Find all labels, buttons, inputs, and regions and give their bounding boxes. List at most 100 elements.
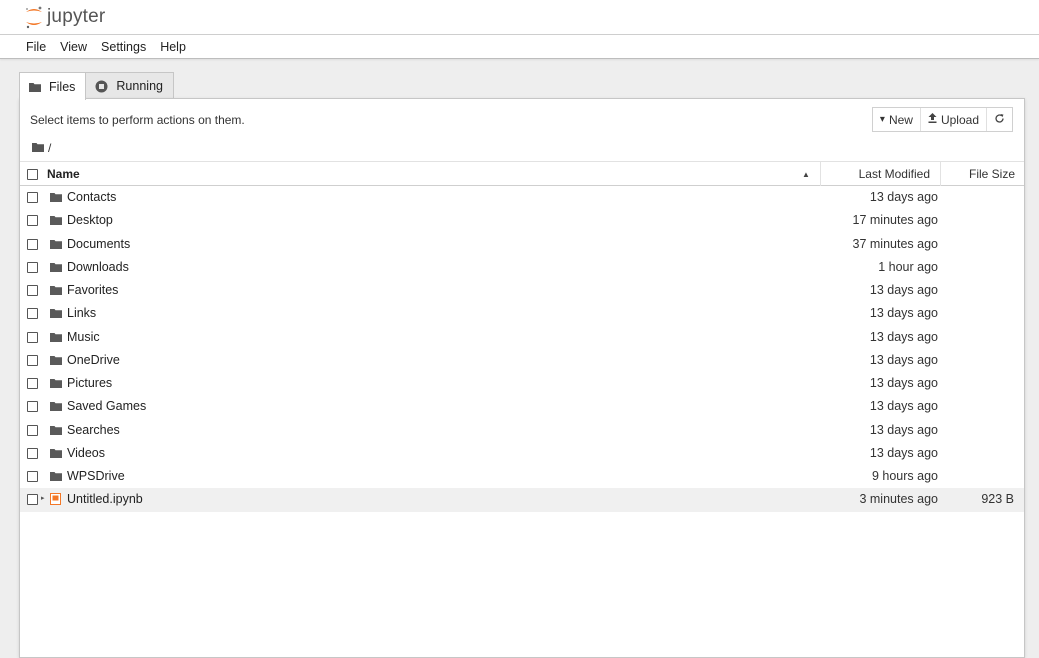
file-row[interactable]: Saved Games 13 days ago	[20, 395, 1024, 418]
file-last-modified: 37 minutes ago	[852, 236, 938, 251]
file-row[interactable]: Desktop 17 minutes ago	[20, 209, 1024, 232]
home-folder-icon[interactable]	[32, 141, 44, 155]
menu-settings[interactable]: Settings	[94, 40, 153, 54]
file-row[interactable]: Music 13 days ago	[20, 326, 1024, 349]
menu-file[interactable]: File	[19, 40, 53, 54]
file-last-modified: 13 days ago	[869, 422, 938, 437]
new-button[interactable]: ▾ New	[873, 108, 920, 131]
file-last-modified: 1 hour ago	[878, 259, 938, 274]
file-name[interactable]: WPSDrive	[67, 469, 125, 483]
file-name[interactable]: Untitled.ipynb	[67, 492, 143, 506]
folder-icon	[50, 447, 62, 461]
tab-running-label: Running	[116, 79, 163, 93]
row-checkbox[interactable]	[27, 447, 38, 459]
menu-help[interactable]: Help	[153, 40, 193, 54]
file-row[interactable]: ▸ Untitled.ipynb 3 minutes ago 923 B	[20, 488, 1024, 512]
row-checkbox[interactable]	[27, 401, 38, 413]
refresh-button[interactable]	[986, 108, 1012, 131]
file-row[interactable]: Searches 13 days ago	[20, 419, 1024, 442]
top-bar: jupyter	[0, 0, 1039, 35]
file-name[interactable]: Downloads	[67, 260, 129, 274]
column-last-modified[interactable]: Last Modified	[820, 162, 940, 186]
file-row[interactable]: Downloads 1 hour ago	[20, 256, 1024, 279]
row-checkbox[interactable]	[27, 354, 38, 366]
tab-files[interactable]: Files	[19, 72, 87, 100]
folder-icon	[50, 238, 62, 252]
list-header: Name ▲ Last Modified File Size	[20, 161, 1024, 186]
folder-icon	[50, 261, 62, 275]
row-checkbox[interactable]	[27, 261, 38, 273]
file-name[interactable]: Searches	[67, 423, 120, 437]
file-row[interactable]: OneDrive 13 days ago	[20, 349, 1024, 372]
row-checkbox[interactable]	[27, 424, 38, 436]
jupyter-logo[interactable]: jupyter	[24, 4, 105, 30]
upload-icon	[928, 113, 937, 126]
file-last-modified: 13 days ago	[869, 352, 938, 367]
file-name[interactable]: Music	[67, 330, 100, 344]
jupyter-logo-icon	[26, 6, 42, 29]
folder-icon	[50, 377, 62, 391]
file-row[interactable]: Documents 37 minutes ago	[20, 233, 1024, 256]
file-list: Contacts 13 days ago Desktop 17 minutes ago…	[20, 186, 1024, 512]
row-checkbox[interactable]	[27, 285, 38, 296]
folder-icon	[50, 191, 62, 205]
file-row[interactable]: Videos 13 days ago	[20, 442, 1024, 465]
file-last-modified: 13 days ago	[869, 306, 938, 321]
file-row[interactable]: Favorites 13 days ago	[20, 279, 1024, 302]
row-checkbox[interactable]	[27, 215, 38, 227]
logo-text: jupyter	[47, 6, 106, 27]
file-last-modified: 9 hours ago	[871, 469, 938, 483]
menu-view[interactable]: View	[53, 40, 94, 54]
select-all-checkbox[interactable]	[27, 168, 38, 180]
file-row[interactable]: Pictures 13 days ago	[20, 372, 1024, 395]
tab-bar: Files Running	[19, 72, 174, 100]
notebook-icon	[50, 493, 61, 508]
row-checkbox[interactable]	[27, 378, 38, 389]
file-name[interactable]: Links	[67, 306, 96, 320]
column-file-size[interactable]: File Size	[940, 162, 1024, 186]
file-row[interactable]: WPSDrive 9 hours ago	[20, 465, 1024, 488]
file-last-modified: 13 days ago	[869, 329, 938, 344]
expand-arrow-icon[interactable]: ▸	[41, 494, 45, 502]
menu-bar: File View Settings Help	[0, 35, 1039, 59]
file-name[interactable]: OneDrive	[67, 353, 120, 367]
file-name[interactable]: Favorites	[67, 283, 118, 297]
new-button-label: New	[888, 112, 913, 127]
file-last-modified: 13 days ago	[869, 399, 938, 414]
file-browser-panel: Select items to perform actions on them.…	[19, 98, 1025, 658]
row-checkbox[interactable]	[27, 331, 38, 343]
circle-stop-icon	[95, 80, 108, 93]
folder-icon	[50, 400, 62, 414]
caret-down-icon: ▾	[879, 114, 885, 125]
file-last-modified: 17 minutes ago	[852, 213, 938, 228]
file-last-modified: 13 days ago	[869, 445, 938, 460]
upload-button[interactable]: Upload	[919, 108, 986, 131]
file-name[interactable]: Documents	[67, 237, 130, 251]
row-checkbox[interactable]	[27, 192, 38, 203]
row-checkbox[interactable]	[27, 471, 38, 482]
selection-hint: Select items to perform actions on them.	[30, 113, 245, 127]
file-size: 923 B	[981, 492, 1014, 507]
row-checkbox[interactable]	[27, 308, 38, 320]
file-row[interactable]: Contacts 13 days ago	[20, 186, 1024, 209]
file-row[interactable]: Links 13 days ago	[20, 302, 1024, 325]
folder-icon	[50, 470, 62, 484]
file-last-modified: 13 days ago	[869, 190, 938, 204]
file-name[interactable]: Videos	[67, 446, 105, 460]
file-last-modified: 13 days ago	[869, 376, 938, 390]
file-name[interactable]: Desktop	[67, 213, 113, 227]
tab-running[interactable]: Running	[85, 72, 174, 99]
row-checkbox[interactable]	[27, 238, 38, 250]
folder-icon	[50, 214, 62, 228]
row-checkbox[interactable]	[27, 494, 38, 506]
file-name[interactable]: Saved Games	[67, 399, 146, 413]
sort-ascending-icon[interactable]: ▲	[802, 162, 810, 186]
file-name[interactable]: Pictures	[67, 376, 112, 390]
upload-button-label: Upload	[940, 112, 979, 127]
column-name[interactable]: Name	[47, 162, 80, 186]
breadcrumb-root[interactable]: /	[48, 141, 51, 155]
header-check-cell	[27, 162, 38, 186]
file-last-modified: 3 minutes ago	[859, 492, 938, 507]
breadcrumb: /	[32, 141, 51, 155]
file-name[interactable]: Contacts	[67, 190, 116, 204]
